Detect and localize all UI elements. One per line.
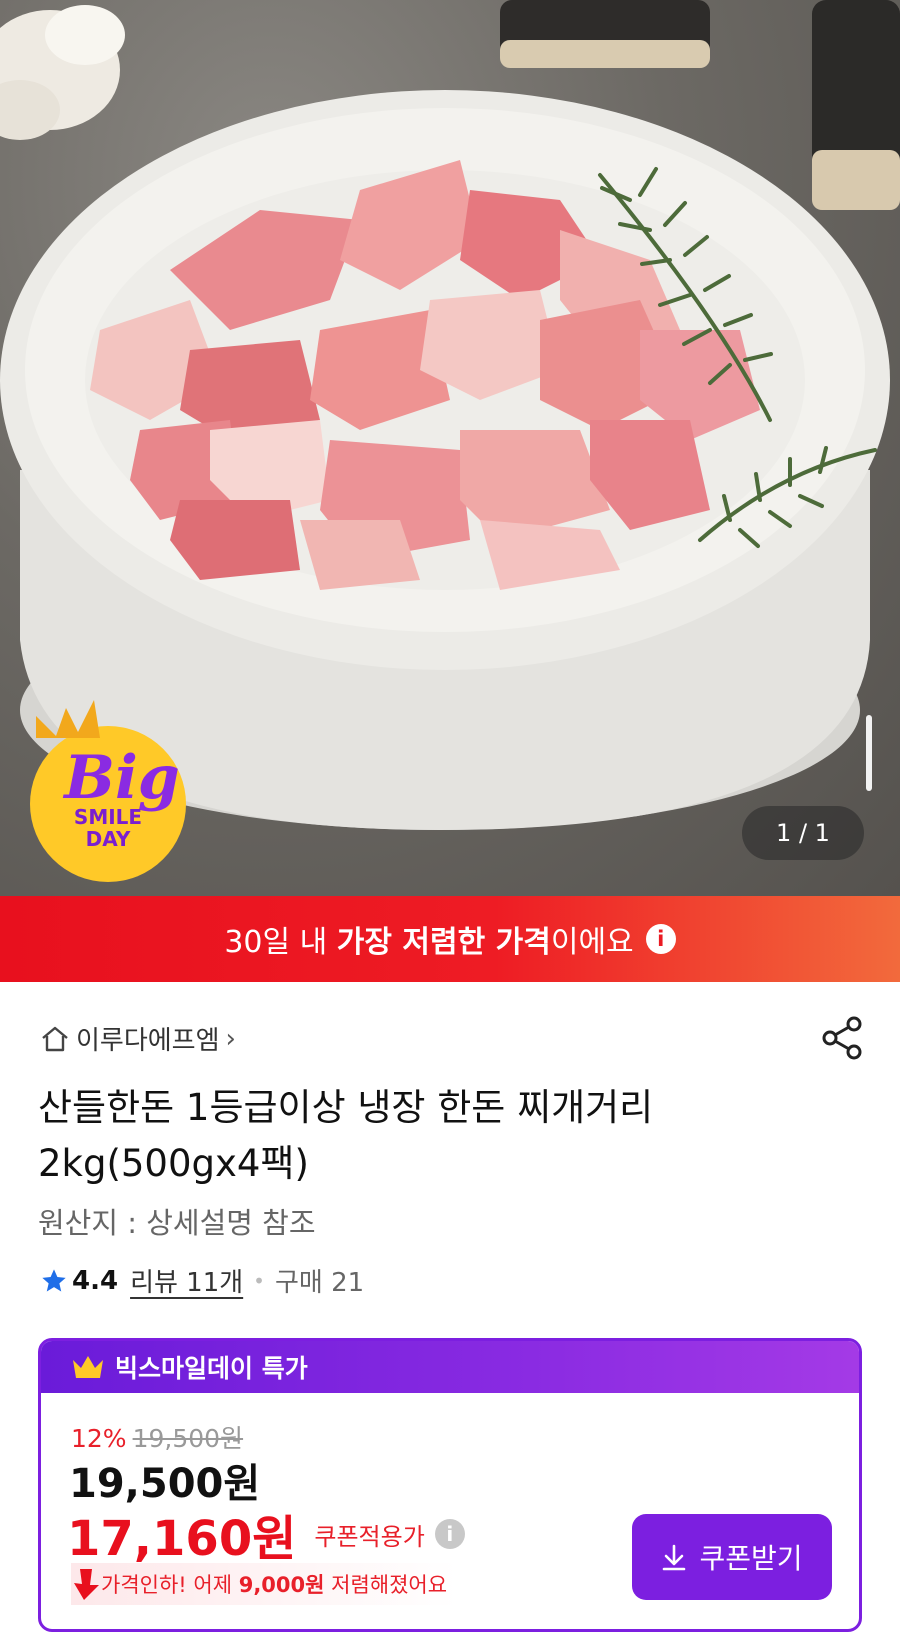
info-icon[interactable]: i <box>434 1519 465 1549</box>
product-origin: 원산지 : 상세설명 참조 <box>38 1206 316 1240</box>
chevron-right-icon: › <box>225 1023 236 1054</box>
seller-name: 이루다에프엠 <box>76 1026 220 1056</box>
star-icon <box>42 1268 66 1291</box>
product-image-gallery[interactable]: Big SMILE DAY 1 / 1 <box>0 0 900 896</box>
product-title: 산들한돈 1등급이상 냉장 한돈 찌개거리 2kg(500gx4팩) <box>38 1086 654 1185</box>
badge-smile-text: SMILE <box>74 805 142 829</box>
image-counter: 1 / 1 <box>742 806 864 860</box>
download-icon <box>663 1544 686 1571</box>
seller-link[interactable]: 이루다에프엠 › <box>40 1020 236 1057</box>
get-coupon-label: 쿠폰받기 <box>699 1542 803 1575</box>
rating-score: 4.4 <box>72 1265 119 1296</box>
original-price: 19,500원 <box>132 1424 244 1453</box>
separator-dot: • <box>253 1268 265 1293</box>
banner-prefix: 30일 내 <box>224 925 337 960</box>
big-smile-day-badge: Big SMILE DAY <box>30 700 186 882</box>
arrow-down-icon <box>74 1569 99 1600</box>
crown-icon <box>73 1356 103 1378</box>
coupon-price: 17,160원 <box>67 1511 297 1567</box>
coupon-price-row: 17,160원 쿠폰적용가 i <box>67 1499 465 1569</box>
banner-suffix: 이에요 <box>550 925 634 960</box>
promo-header-label: 빅스마일데이 특가 <box>115 1354 308 1383</box>
price-drop-prefix: 가격인하! 어제 <box>101 1573 239 1597</box>
scroll-indicator[interactable] <box>866 715 872 791</box>
info-icon[interactable]: i <box>645 924 676 954</box>
crown-icon <box>36 700 100 738</box>
price-drop-suffix: 저렴해졌어요 <box>324 1573 448 1597</box>
rating-row: 4.4 리뷰 11개 • 구매 21 <box>40 1262 364 1299</box>
lowest-price-banner[interactable]: 30일 내 가장 저렴한 가격 이에요 i <box>0 896 900 982</box>
discount-percent: 12% <box>71 1424 127 1453</box>
badge-day-text: DAY <box>86 827 131 851</box>
home-icon <box>42 1026 68 1051</box>
get-coupon-button[interactable]: 쿠폰받기 <box>632 1514 832 1600</box>
promo-box: 빅스마일데이 특가 12% 19,500원 19,500원 17,160원 쿠폰… <box>38 1338 862 1632</box>
discount-row: 12% 19,500원 <box>71 1419 243 1455</box>
share-icon[interactable] <box>818 1014 866 1062</box>
price-drop-amount: 9,000원 <box>238 1573 325 1597</box>
price-drop-notice: 가격인하! 어제 9,000원 저렴해졌어요 <box>71 1563 458 1605</box>
promo-header: 빅스마일데이 특가 <box>41 1341 859 1393</box>
banner-highlight: 가장 저렴한 가격 <box>336 925 551 960</box>
review-count-link[interactable]: 리뷰 11개 <box>130 1262 243 1299</box>
purchase-count: 구매 21 <box>274 1268 365 1298</box>
badge-big-text: Big <box>62 743 179 813</box>
coupon-price-label: 쿠폰적용가 <box>314 1522 425 1551</box>
